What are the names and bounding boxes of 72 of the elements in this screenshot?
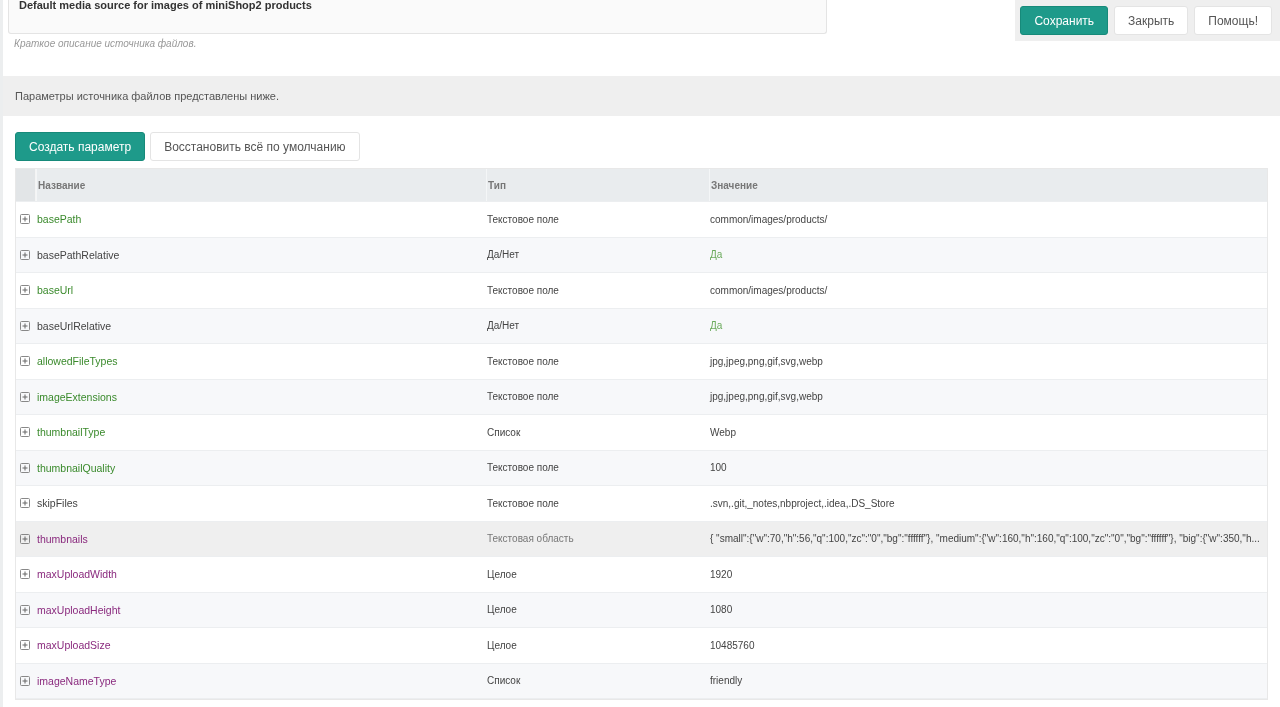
parameter-name: basePath xyxy=(37,213,82,226)
parameter-name: thumbnails xyxy=(37,532,88,545)
parameter-type: Текстовое поле xyxy=(486,497,560,509)
expand-icon[interactable] xyxy=(20,320,30,331)
parameter-name: maxUploadWidth xyxy=(37,568,117,581)
parameter-type: Целое xyxy=(486,604,518,616)
parameter-value: 10485760 xyxy=(709,639,756,651)
table-row[interactable]: thumbnailQuality Текстовое поле 100 xyxy=(16,450,1267,486)
expand-icon[interactable] xyxy=(20,249,30,260)
expand-icon[interactable] xyxy=(20,533,30,544)
table-row[interactable]: imageNameType Список friendly xyxy=(16,663,1267,699)
parameter-type: Целое xyxy=(486,639,518,651)
expand-icon[interactable] xyxy=(20,498,30,509)
parameter-name: thumbnailType xyxy=(37,426,106,439)
parameter-value: common/images/products/ xyxy=(709,213,829,225)
parameter-type: Текстовое поле xyxy=(486,391,560,403)
parameter-name: maxUploadSize xyxy=(37,639,111,652)
expand-icon[interactable] xyxy=(20,640,30,651)
action-button[interactable]: Помощь! xyxy=(1194,6,1272,35)
action-button[interactable]: Закрыть xyxy=(1114,6,1189,35)
parameter-value: 1920 xyxy=(709,568,734,580)
table-row[interactable]: baseUrlRelative Да/Нет Да xyxy=(16,308,1267,344)
parameter-value: friendly xyxy=(709,675,744,687)
column-header[interactable]: Название xyxy=(36,169,486,201)
parameter-value: 100 xyxy=(709,462,728,474)
parameter-name: skipFiles xyxy=(37,497,78,510)
reset-button[interactable]: Восстановить всё по умолчанию xyxy=(150,132,360,161)
expand-icon[interactable] xyxy=(20,675,30,686)
table-row[interactable]: thumbnails Текстовая область { "small":{"w":70,"h":56,"q":100,"zc":"0","bg":"ffffff"}, "medium":{"w":160,"h":160,"q":100,"zc":"0","bg":"ffffff"}, "big":{"w":350,"h... xyxy=(16,521,1267,557)
parameter-name: basePathRelative xyxy=(37,248,120,261)
parameter-name: baseUrl xyxy=(37,284,74,297)
parameter-value: 1080 xyxy=(709,604,734,616)
parameter-type: Текстовое поле xyxy=(486,462,560,474)
parameter-value: common/images/products/ xyxy=(709,284,829,296)
parameter-type: Список xyxy=(486,675,522,687)
parameter-value: Да xyxy=(709,320,724,332)
parameter-value: jpg,jpeg,png,gif,svg,webp xyxy=(709,355,824,367)
parameter-type: Текстовое поле xyxy=(486,355,560,367)
parameter-name: baseUrlRelative xyxy=(37,319,112,332)
parameter-type: Целое xyxy=(486,568,518,580)
expand-icon[interactable] xyxy=(20,391,30,402)
parameter-type: Список xyxy=(486,426,522,438)
parameter-type: Текстовое поле xyxy=(486,213,560,225)
parameter-value: .svn,.git,_notes,nbproject,.idea,.DS_Store xyxy=(709,497,896,509)
column-header[interactable]: Тип xyxy=(486,169,709,201)
parameter-type: Да/Нет xyxy=(486,320,521,332)
parameter-type: Текстовое поле xyxy=(486,284,560,296)
notice-bar: Параметры источника файлов представлены ниже. xyxy=(3,76,1280,116)
parameter-name: imageExtensions xyxy=(37,390,117,403)
parameter-name: maxUploadHeight xyxy=(37,603,121,616)
description-field[interactable]: Default media source for images of miniShop2 products xyxy=(8,0,827,34)
parameter-name: allowedFileTypes xyxy=(37,355,118,368)
expand-icon[interactable] xyxy=(20,285,30,296)
parameter-value: Webp xyxy=(709,426,737,438)
parameter-type: Да/Нет xyxy=(486,249,521,261)
field-hint: Краткое описание источника файлов. xyxy=(14,38,198,49)
parameter-value: Да xyxy=(709,249,724,261)
expand-icon[interactable] xyxy=(20,427,30,438)
parameter-value: jpg,jpeg,png,gif,svg,webp xyxy=(709,391,824,403)
column-header[interactable]: Значение xyxy=(709,169,1267,201)
parameter-name: thumbnailQuality xyxy=(37,461,116,474)
parameter-value: { "small":{"w":70,"h":56,"q":100,"zc":"0","bg":"ffffff"}, "medium":{"w":160,"h":160,"q":100,"zc":"0","bg":"ffffff"}, "big":{"w":350,"h... xyxy=(709,533,1261,545)
table-row[interactable]: maxUploadHeight Целое 1080 xyxy=(16,592,1267,628)
expand-icon[interactable] xyxy=(20,604,30,615)
parameter-type: Текстовая область xyxy=(486,533,575,545)
table-row[interactable]: basePathRelative Да/Нет Да xyxy=(16,237,1267,273)
table-row[interactable]: imageExtensions Текстовое поле jpg,jpeg,png,gif,svg,webp xyxy=(16,379,1267,415)
parameter-name: imageNameType xyxy=(37,674,117,687)
expand-icon[interactable] xyxy=(20,214,30,225)
expand-icon[interactable] xyxy=(20,356,30,367)
expand-icon[interactable] xyxy=(20,569,30,580)
expand-icon[interactable] xyxy=(20,462,30,473)
